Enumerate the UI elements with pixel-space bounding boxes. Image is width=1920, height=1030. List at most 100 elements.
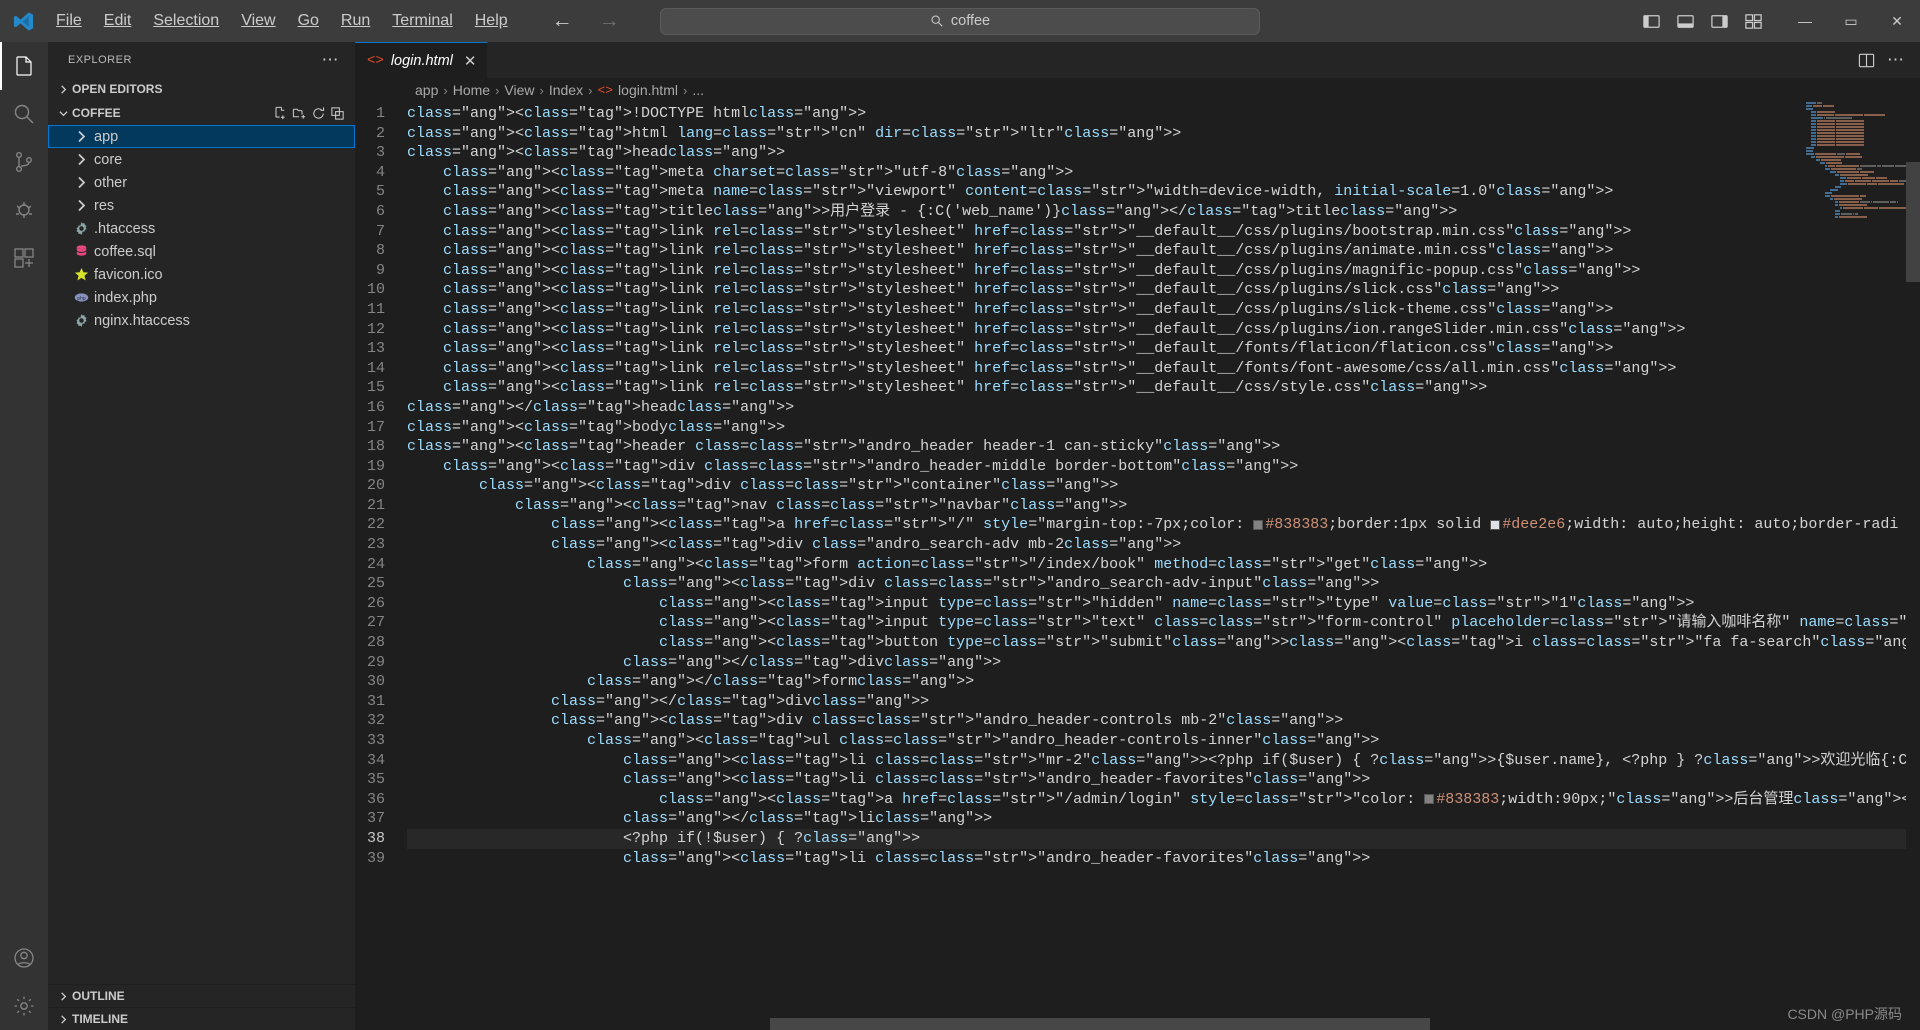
- tree-item-htaccess[interactable]: .htaccess: [48, 217, 355, 240]
- code-line[interactable]: class="ang"></class="tag">headclass="ang…: [407, 398, 1920, 418]
- code-line[interactable]: class="ang"><class="tag">header class=cl…: [407, 437, 1920, 457]
- code-line[interactable]: class="ang"><class="tag">li class=class=…: [407, 751, 1920, 771]
- panel-right-icon[interactable]: [1702, 0, 1736, 42]
- code-line[interactable]: class="ang"></class="tag">divclass="ang"…: [407, 653, 1920, 673]
- breadcrumb-item-more[interactable]: ...: [692, 82, 704, 98]
- layout-grid-icon[interactable]: [1736, 0, 1770, 42]
- horizontal-scrollbar[interactable]: [770, 1018, 1430, 1030]
- tree-item-favicon[interactable]: favicon.ico: [48, 263, 355, 286]
- code-line[interactable]: class="ang"><class="tag">bodyclass="ang"…: [407, 418, 1920, 438]
- menu-go[interactable]: Go: [288, 8, 329, 34]
- activity-run-debug[interactable]: [0, 186, 48, 234]
- menu-edit[interactable]: Edit: [94, 8, 142, 34]
- section-outline[interactable]: OUTLINE: [48, 984, 355, 1007]
- breadcrumb-item-home[interactable]: Home: [453, 82, 490, 98]
- menu-bar[interactable]: File Edit Selection View Go Run Terminal…: [46, 8, 518, 34]
- panel-left-icon[interactable]: [1634, 0, 1668, 42]
- refresh-icon[interactable]: [311, 106, 326, 121]
- activity-extensions[interactable]: [0, 234, 48, 282]
- code-line[interactable]: class="ang"><class="tag">titleclass="ang…: [407, 202, 1920, 222]
- scrollbar-thumb[interactable]: [1906, 162, 1920, 282]
- code-line[interactable]: class="ang"><class="tag">div class=class…: [407, 457, 1920, 477]
- section-workspace-coffee[interactable]: COFFEE: [48, 101, 355, 125]
- code-line[interactable]: class="ang"><class="tag">link rel=class=…: [407, 241, 1920, 261]
- code-editor[interactable]: 1 2 3 4 5 6 7 8 9 10 11 12 13 14 15 16 17 18 19 20 21 22 23 24 2…: [355, 102, 1920, 1030]
- menu-view[interactable]: View: [231, 8, 285, 34]
- code-line[interactable]: class="ang"><class="tag">meta name=class…: [407, 182, 1920, 202]
- code-line[interactable]: class="ang"><class="tag">link rel=class=…: [407, 339, 1920, 359]
- breadcrumb-item-app[interactable]: app: [415, 82, 438, 98]
- section-open-editors[interactable]: OPEN EDITORS: [48, 77, 355, 101]
- scrollbar[interactable]: [1906, 102, 1920, 1030]
- breadcrumb-item-view[interactable]: View: [504, 82, 534, 98]
- tree-item-app[interactable]: app: [48, 125, 355, 148]
- code-line[interactable]: class="ang"><class="tag">!DOCTYPE htmlcl…: [407, 104, 1920, 124]
- code-line[interactable]: <?php if(!$user) { ?class="ang">>: [407, 828, 1920, 849]
- code-line[interactable]: class="ang"></class="tag">divclass="ang"…: [407, 692, 1920, 712]
- code-line[interactable]: class="ang"><class="tag">headclass="ang"…: [407, 143, 1920, 163]
- code-line[interactable]: class="ang"></class="tag">formclass="ang…: [407, 672, 1920, 692]
- code-line[interactable]: class="ang"><class="tag">link rel=class=…: [407, 359, 1920, 379]
- panel-bottom-icon[interactable]: [1668, 0, 1702, 42]
- code-line[interactable]: class="ang"><class="tag">div class="andr…: [407, 535, 1920, 555]
- tree-item-index-php[interactable]: php index.php: [48, 286, 355, 309]
- tree-item-coffee-sql[interactable]: coffee.sql: [48, 240, 355, 263]
- minimize-button[interactable]: —: [1782, 0, 1828, 42]
- code-line[interactable]: class="ang"></class="tag">liclass="ang">…: [407, 809, 1920, 829]
- activity-search[interactable]: [0, 90, 48, 138]
- activity-explorer[interactable]: [0, 42, 48, 90]
- code-line[interactable]: class="ang"><class="tag">html lang=class…: [407, 124, 1920, 144]
- breadcrumb-item-index[interactable]: Index: [549, 82, 583, 98]
- code-line[interactable]: class="ang"><class="tag">div class=class…: [407, 711, 1920, 731]
- tree-item-res[interactable]: res: [48, 194, 355, 217]
- activity-manage[interactable]: [0, 982, 48, 1030]
- code-line[interactable]: class="ang"><class="tag">link rel=class=…: [407, 261, 1920, 281]
- collapse-all-icon[interactable]: [330, 106, 345, 121]
- tab-login-html[interactable]: <> login.html ✕: [355, 42, 489, 78]
- code-content[interactable]: class="ang"><class="tag">!DOCTYPE htmlcl…: [407, 102, 1920, 1030]
- explorer-more-icon[interactable]: ⋯: [322, 50, 348, 70]
- code-line[interactable]: class="ang"><class="tag">link rel=class=…: [407, 300, 1920, 320]
- tree-item-nginx-htaccess[interactable]: nginx.htaccess: [48, 309, 355, 332]
- activity-source-control[interactable]: [0, 138, 48, 186]
- code-line[interactable]: class="ang"><class="tag">ul class=class=…: [407, 731, 1920, 751]
- menu-terminal[interactable]: Terminal: [382, 8, 462, 34]
- code-line[interactable]: class="ang"><class="tag">form action=cla…: [407, 555, 1920, 575]
- menu-file[interactable]: File: [46, 8, 92, 34]
- menu-help[interactable]: Help: [465, 8, 518, 34]
- activity-accounts[interactable]: [0, 934, 48, 982]
- code-line[interactable]: class="ang"><class="tag">li class=class=…: [407, 770, 1920, 790]
- menu-run[interactable]: Run: [331, 8, 380, 34]
- split-editor-icon[interactable]: [1858, 52, 1875, 69]
- arrow-right-icon[interactable]: →: [599, 9, 620, 33]
- minimap[interactable]: [1806, 102, 1907, 1030]
- code-line[interactable]: class="ang"><class="tag">link rel=class=…: [407, 280, 1920, 300]
- code-line[interactable]: class="ang"><class="tag">meta charset=cl…: [407, 163, 1920, 183]
- window-controls[interactable]: — ▭ ✕: [1782, 0, 1920, 42]
- tree-item-core[interactable]: core: [48, 148, 355, 171]
- code-line[interactable]: class="ang"><class="tag">li class=class=…: [407, 849, 1920, 869]
- maximize-button[interactable]: ▭: [1828, 0, 1874, 42]
- code-line[interactable]: class="ang"><class="tag">nav class=class…: [407, 496, 1920, 516]
- tree-item-other[interactable]: other: [48, 171, 355, 194]
- section-timeline[interactable]: TIMELINE: [48, 1007, 355, 1030]
- search-input[interactable]: coffee: [660, 7, 1260, 35]
- code-line[interactable]: class="ang"><class="tag">input type=clas…: [407, 594, 1920, 614]
- code-line[interactable]: class="ang"><class="tag">link rel=class=…: [407, 222, 1920, 242]
- code-line[interactable]: class="ang"><class="tag">a href=class="s…: [407, 515, 1920, 535]
- breadcrumb-item-file[interactable]: login.html: [618, 82, 678, 98]
- more-actions-icon[interactable]: ⋯: [1887, 50, 1904, 70]
- code-line[interactable]: class="ang"><class="tag">input type=clas…: [407, 613, 1920, 633]
- arrow-left-icon[interactable]: ←: [552, 9, 573, 33]
- new-folder-icon[interactable]: [292, 106, 307, 121]
- code-line[interactable]: class="ang"><class="tag">button type=cla…: [407, 633, 1920, 653]
- new-file-icon[interactable]: [273, 106, 288, 121]
- code-line[interactable]: class="ang"><class="tag">div class=class…: [407, 476, 1920, 496]
- close-icon[interactable]: ✕: [464, 52, 477, 70]
- code-line[interactable]: class="ang"><class="tag">link rel=class=…: [407, 320, 1920, 340]
- close-button[interactable]: ✕: [1874, 0, 1920, 42]
- code-line[interactable]: class="ang"><class="tag">a href=class="s…: [407, 790, 1920, 810]
- code-line[interactable]: class="ang"><class="tag">link rel=class=…: [407, 378, 1920, 398]
- code-line[interactable]: class="ang"><class="tag">div class=class…: [407, 574, 1920, 594]
- menu-selection[interactable]: Selection: [143, 8, 229, 34]
